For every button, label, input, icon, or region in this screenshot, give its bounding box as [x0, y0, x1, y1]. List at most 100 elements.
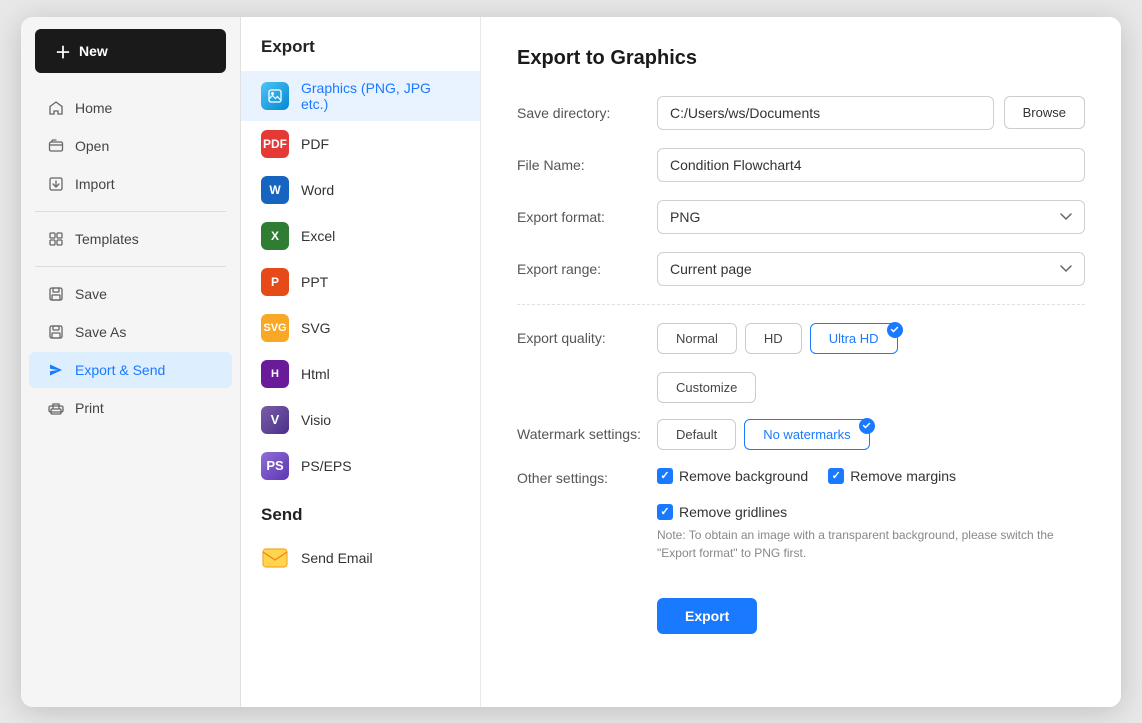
checkbox-remove-margins[interactable]: Remove margins	[828, 468, 956, 484]
remove-margins-checkbox[interactable]	[828, 468, 844, 484]
quality-ultra-hd-label: Ultra HD	[829, 331, 879, 346]
visio-icon: V	[261, 406, 289, 434]
new-label: New	[79, 43, 108, 59]
remove-gridlines-label: Remove gridlines	[679, 504, 787, 520]
file-name-input[interactable]	[657, 148, 1085, 182]
file-name-field	[657, 148, 1085, 182]
sidebar-item-export-send-label: Export & Send	[75, 362, 165, 378]
customize-button[interactable]: Customize	[657, 372, 756, 403]
watermark-row: Watermark settings: Default No watermark…	[517, 419, 1085, 450]
export-item-graphics[interactable]: Graphics (PNG, JPG etc.)	[241, 71, 480, 121]
export-item-word[interactable]: W Word	[241, 167, 480, 213]
export-format-row: Export format: PNG JPG BMP SVG TIFF	[517, 200, 1085, 234]
checkboxes-group: Remove background Remove margins Remove …	[657, 468, 1085, 562]
pdf-icon: PDF	[261, 130, 289, 158]
export-format-select[interactable]: PNG JPG BMP SVG TIFF	[657, 200, 1085, 234]
sidebar-item-print[interactable]: Print	[29, 390, 232, 426]
export-item-svg[interactable]: SVG SVG	[241, 305, 480, 351]
export-button-row: Export	[517, 580, 1085, 634]
note-text: Note: To obtain an image with a transpar…	[657, 526, 1077, 562]
sidebar-item-templates-label: Templates	[75, 231, 139, 247]
file-name-label: File Name:	[517, 157, 657, 173]
remove-gridlines-checkbox[interactable]	[657, 504, 673, 520]
remove-margins-label: Remove margins	[850, 468, 956, 484]
export-title: Export	[241, 37, 480, 71]
export-quality-row: Export quality: Normal HD Ultra HD	[517, 323, 1085, 354]
checkbox-remove-bg[interactable]: Remove background	[657, 468, 808, 484]
export-details-title: Export to Graphics	[517, 47, 1085, 70]
export-format-field: PNG JPG BMP SVG TIFF	[657, 200, 1085, 234]
watermark-default-button[interactable]: Default	[657, 419, 736, 450]
remove-bg-checkbox[interactable]	[657, 468, 673, 484]
app-window: ＋ New Home Open Import	[21, 17, 1121, 707]
sidebar-item-save-label: Save	[75, 286, 107, 302]
watermark-label: Watermark settings:	[517, 426, 657, 442]
word-icon: W	[261, 176, 289, 204]
quality-normal-button[interactable]: Normal	[657, 323, 737, 354]
templates-icon	[47, 230, 65, 248]
export-panel: Export Graphics (PNG, JPG etc.) PDF PDF …	[241, 17, 481, 707]
sidebar-item-import[interactable]: Import	[29, 166, 232, 202]
ppt-icon: P	[261, 268, 289, 296]
html-icon: H	[261, 360, 289, 388]
new-button[interactable]: ＋ New	[35, 29, 226, 73]
sidebar-item-save[interactable]: Save	[29, 276, 232, 312]
svg-icon: SVG	[261, 314, 289, 342]
open-icon	[47, 137, 65, 155]
export-item-excel[interactable]: X Excel	[241, 213, 480, 259]
export-item-html[interactable]: H Html	[241, 351, 480, 397]
export-word-label: Word	[301, 182, 334, 198]
checkbox-remove-gridlines[interactable]: Remove gridlines	[657, 504, 787, 520]
quality-ultra-hd-button[interactable]: Ultra HD	[810, 323, 898, 354]
send-title: Send	[241, 489, 480, 535]
sidebar-item-save-as[interactable]: Save As	[29, 314, 232, 350]
sidebar-item-print-label: Print	[75, 400, 104, 416]
other-settings-label: Other settings:	[517, 468, 657, 486]
sidebar-item-import-label: Import	[75, 176, 115, 192]
export-svg-label: SVG	[301, 320, 331, 336]
watermark-none-button[interactable]: No watermarks	[744, 419, 869, 450]
pseps-icon: PS	[261, 452, 289, 480]
export-item-visio[interactable]: V Visio	[241, 397, 480, 443]
remove-bg-label: Remove background	[679, 468, 808, 484]
sidebar-divider-1	[35, 211, 226, 212]
save-directory-label: Save directory:	[517, 105, 657, 121]
export-button[interactable]: Export	[657, 598, 757, 634]
sidebar-item-open-label: Open	[75, 138, 109, 154]
sidebar-item-templates[interactable]: Templates	[29, 221, 232, 257]
save-icon	[47, 285, 65, 303]
export-item-pseps[interactable]: PS PS/EPS	[241, 443, 480, 489]
export-details: Export to Graphics Save directory: Brows…	[481, 17, 1121, 707]
watermark-check-icon	[859, 418, 875, 434]
print-icon	[47, 399, 65, 417]
browse-button[interactable]: Browse	[1004, 96, 1085, 129]
export-excel-label: Excel	[301, 228, 335, 244]
sidebar: ＋ New Home Open Import	[21, 17, 241, 707]
excel-icon: X	[261, 222, 289, 250]
sidebar-item-open[interactable]: Open	[29, 128, 232, 164]
export-item-pdf[interactable]: PDF PDF	[241, 121, 480, 167]
export-graphics-label: Graphics (PNG, JPG etc.)	[301, 80, 460, 112]
sidebar-item-home[interactable]: Home	[29, 90, 232, 126]
main-content: Export Graphics (PNG, JPG etc.) PDF PDF …	[241, 17, 1121, 707]
sidebar-nav: Home Open Import Templates	[21, 85, 240, 431]
import-icon	[47, 175, 65, 193]
export-pdf-label: PDF	[301, 136, 329, 152]
send-email-label: Send Email	[301, 550, 373, 566]
export-visio-label: Visio	[301, 412, 331, 428]
save-directory-input[interactable]	[657, 96, 994, 130]
export-item-ppt[interactable]: P PPT	[241, 259, 480, 305]
quality-hd-button[interactable]: HD	[745, 323, 802, 354]
export-item-send-email[interactable]: Send Email	[241, 535, 480, 581]
export-range-select[interactable]: Current page All pages Custom range	[657, 252, 1085, 286]
other-settings-row: Other settings: Remove background Remove…	[517, 468, 1085, 562]
graphics-icon	[261, 82, 289, 110]
email-icon	[261, 544, 289, 572]
export-quality-label: Export quality:	[517, 330, 657, 346]
home-icon	[47, 99, 65, 117]
checkboxes: Remove background Remove margins Remove …	[657, 468, 1085, 520]
export-range-field: Current page All pages Custom range	[657, 252, 1085, 286]
sidebar-item-home-label: Home	[75, 100, 112, 116]
plus-icon: ＋	[55, 39, 71, 63]
sidebar-item-export-send[interactable]: Export & Send	[29, 352, 232, 388]
